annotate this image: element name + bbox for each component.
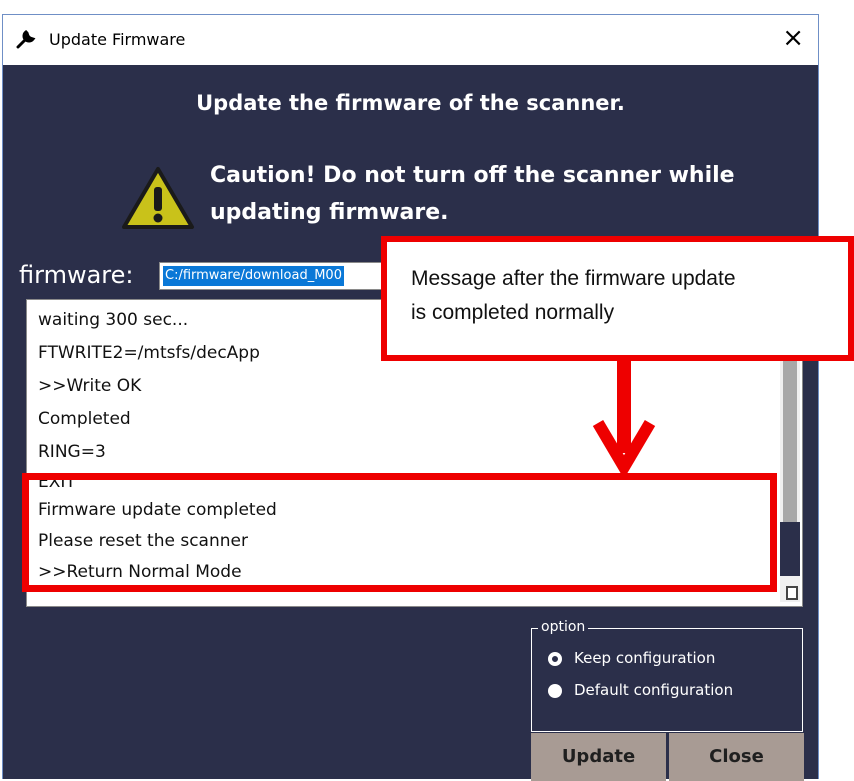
dialog-heading: Update the firmware of the scanner.	[196, 91, 625, 115]
scroll-down-icon[interactable]	[786, 586, 798, 600]
callout-text: Message after the firmware update is com…	[411, 262, 736, 330]
caution-message: Caution! Do not turn off the scanner whi…	[210, 157, 810, 231]
close-button[interactable]: Close	[669, 733, 804, 781]
window-title: Update Firmware	[49, 30, 186, 49]
firmware-path-value: C:/firmware/download_M00	[163, 266, 344, 286]
annotation-callout: Message after the firmware update is com…	[381, 236, 854, 361]
close-icon[interactable]: ×	[782, 24, 804, 52]
down-arrow-icon	[592, 361, 656, 473]
log-line: Completed	[38, 409, 131, 429]
caution-line-1: Caution! Do not turn off the scanner whi…	[210, 163, 735, 188]
completion-highlight-box	[22, 473, 777, 592]
radio-label: Keep configuration	[574, 649, 716, 667]
title-bar: Update Firmware ×	[3, 15, 818, 65]
radio-label: Default configuration	[574, 681, 734, 699]
warning-triangle-icon	[122, 167, 194, 229]
scrollbar-gap	[780, 522, 800, 576]
log-line: RING=3	[38, 442, 106, 462]
radio-selected-icon	[548, 652, 562, 666]
wrench-icon	[16, 30, 36, 49]
log-line: FTWRITE2=/mtsfs/decApp	[38, 343, 260, 363]
caution-line-2: updating firmware.	[210, 200, 449, 225]
option-legend: option	[538, 619, 589, 635]
callout-line-1: Message after the firmware update	[411, 267, 736, 290]
option-group: option Keep configuration Default config…	[531, 619, 803, 732]
firmware-label: firmware:	[19, 261, 134, 289]
update-firmware-window: Update Firmware × Update the firmware of…	[2, 14, 819, 781]
radio-unselected-icon	[548, 684, 562, 698]
log-line: waiting 300 sec...	[38, 310, 189, 330]
update-button[interactable]: Update	[531, 733, 666, 781]
log-line: >>Write OK	[38, 376, 142, 396]
callout-line-2: is completed normally	[411, 301, 615, 324]
